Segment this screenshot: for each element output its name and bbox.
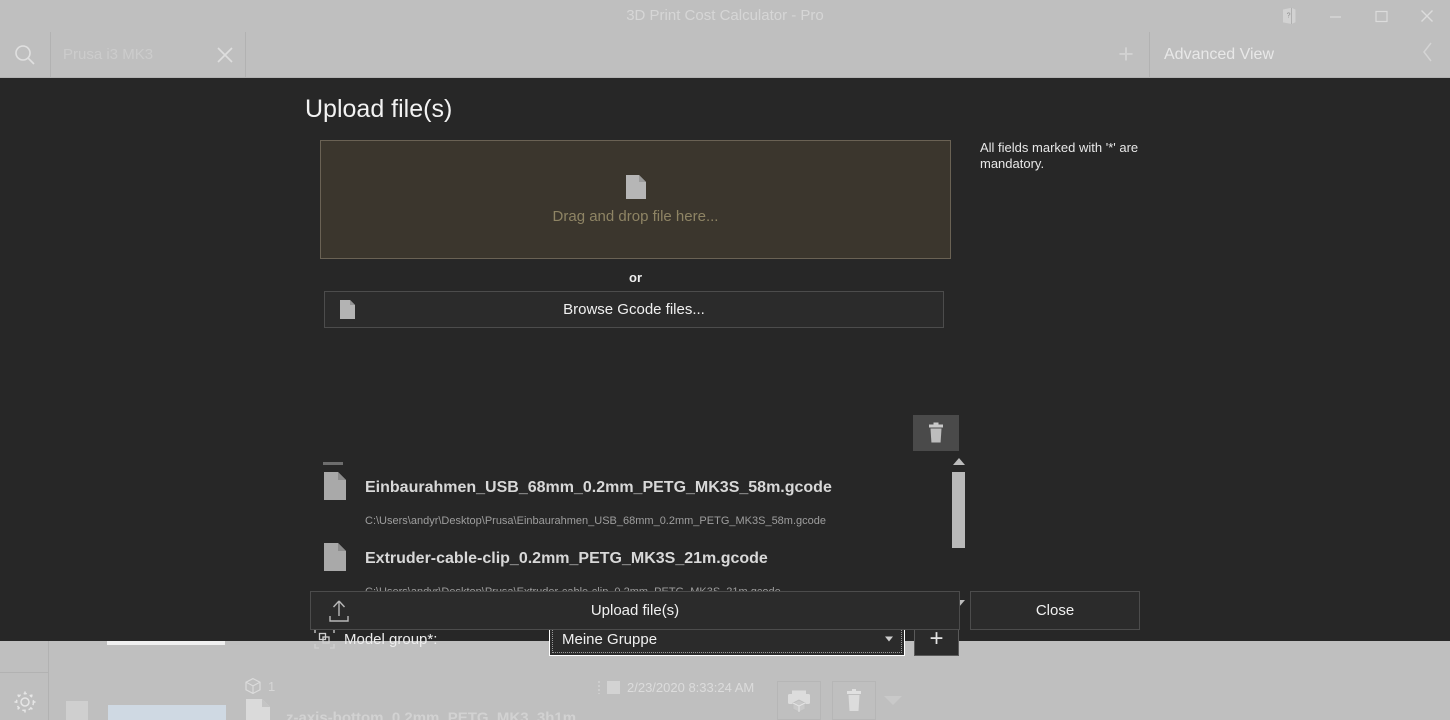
file-dropzone[interactable]: Drag and drop file here...	[320, 140, 951, 259]
title-bar: 3D Print Cost Calculator - Pro ?	[0, 0, 1450, 32]
add-tab-button[interactable]: +	[1104, 32, 1148, 77]
row-file-name: z-axis-bottom_0.2mm_PETG_MK3_3h1m	[286, 709, 577, 720]
row-progress-underline	[107, 641, 225, 645]
chevron-down-icon[interactable]	[885, 636, 893, 642]
row-progress-bar	[108, 705, 226, 720]
upload-files-dialog: Upload file(s) All fields marked with '*…	[0, 78, 1450, 656]
row-timestamp: 2/23/2020 8:33:24 AM	[598, 680, 754, 695]
file-item-name: Extruder-cable-clip_0.2mm_PETG_MK3S_21m.…	[365, 550, 768, 567]
trash-icon	[847, 688, 861, 711]
background-scroll-down-arrow[interactable]	[884, 696, 902, 705]
timestamp-label: 2/23/2020 8:33:24 AM	[627, 680, 755, 695]
upload-button-label: Upload file(s)	[590, 602, 680, 619]
file-list-item[interactable]: Einbaurahmen_USB_68mm_0.2mm_PETG_MK3S_58…	[310, 456, 950, 527]
drag-handle-icon	[598, 681, 600, 694]
settings-button[interactable]	[0, 683, 49, 720]
add-tab-label: +	[1118, 39, 1134, 69]
advanced-view-panel[interactable]: Advanced View	[1149, 32, 1450, 77]
collapse-panel-button[interactable]	[1420, 40, 1436, 69]
maximize-icon	[1374, 10, 1388, 22]
application-window: 3D Print Cost Calculator - Pro ? Prusa i…	[0, 0, 1450, 720]
row-file-icon-wrap	[244, 698, 272, 720]
close-icon	[217, 46, 233, 63]
printer-cube-icon	[788, 690, 810, 712]
document-icon	[324, 543, 346, 571]
manual-book-icon: ?	[1282, 7, 1295, 25]
file-list-item[interactable]: Extruder-cable-clip_0.2mm_PETG_MK3S_21m.…	[310, 527, 950, 598]
model-group-icon-wrap	[314, 628, 335, 654]
delete-row-button[interactable]	[832, 681, 876, 720]
maximize-button[interactable]	[1358, 0, 1404, 32]
cube-icon	[245, 677, 261, 695]
file-item-icon-wrap	[323, 542, 347, 577]
background-sidebar	[0, 641, 49, 720]
close-icon	[1421, 10, 1433, 22]
window-controls: ?	[1266, 0, 1450, 32]
browse-gcode-files-button[interactable]: Browse Gcode files...	[324, 291, 944, 328]
close-window-button[interactable]	[1404, 0, 1450, 32]
upload-files-button[interactable]: Upload file(s)	[310, 591, 960, 630]
model-count-indicator: 1	[244, 677, 275, 695]
tab-close-button[interactable]	[205, 32, 245, 77]
svg-text:?: ?	[1286, 13, 1290, 20]
model-group-selected-value: Meine Gruppe	[562, 630, 658, 648]
document-icon	[324, 472, 346, 500]
advanced-view-label: Advanced View	[1164, 45, 1274, 63]
browse-button-label: Browse Gcode files...	[563, 301, 705, 318]
file-item-name: Einbaurahmen_USB_68mm_0.2mm_PETG_MK3S_58…	[365, 479, 832, 496]
uploaded-file-list[interactable]: Einbaurahmen_USB_68mm_0.2mm_PETG_MK3S_58…	[310, 456, 950, 612]
sidebar-divider	[0, 672, 49, 673]
scrollbar-thumb[interactable]	[952, 472, 965, 548]
close-dialog-label: Close	[1035, 602, 1075, 619]
file-item-path: C:\Users\andyr\Desktop\Prusa\Einbaurahme…	[365, 515, 826, 527]
document-icon	[246, 699, 270, 720]
window-title: 3D Print Cost Calculator - Pro	[626, 7, 824, 24]
help-manual-button[interactable]: ?	[1266, 0, 1312, 32]
row-checkbox[interactable]	[66, 701, 88, 720]
delete-all-files-button[interactable]	[913, 415, 959, 451]
mandatory-fields-note: All fields marked with '*' are mandatory…	[980, 140, 1139, 172]
or-separator-label: or	[629, 270, 642, 285]
search-icon	[14, 44, 35, 65]
document-icon	[625, 175, 646, 199]
document-icon	[323, 462, 343, 465]
dropzone-label: Drag and drop file here...	[552, 208, 719, 225]
dialog-title: Upload file(s)	[305, 95, 453, 123]
model-count-label: 1	[268, 678, 276, 694]
minimize-icon	[1329, 15, 1341, 18]
print-button[interactable]	[777, 681, 821, 720]
printer-tab-label: Prusa i3 MK3	[63, 46, 154, 63]
gear-icon	[14, 691, 35, 712]
checkbox-icon	[607, 681, 620, 694]
trash-icon	[929, 422, 943, 443]
scroll-up-arrow-icon[interactable]	[953, 458, 965, 465]
close-dialog-button[interactable]: Close	[970, 591, 1140, 630]
model-group-icon	[314, 628, 335, 649]
printer-tab[interactable]: Prusa i3 MK3	[50, 32, 246, 77]
search-button[interactable]	[0, 32, 49, 77]
model-group-label: Model group*:	[344, 631, 438, 648]
tab-toolbar: Prusa i3 MK3 + Advanced View	[0, 32, 1450, 78]
minimize-button[interactable]	[1312, 0, 1358, 32]
chevron-left-icon	[1423, 42, 1432, 62]
file-item-icon-wrap	[323, 471, 347, 506]
